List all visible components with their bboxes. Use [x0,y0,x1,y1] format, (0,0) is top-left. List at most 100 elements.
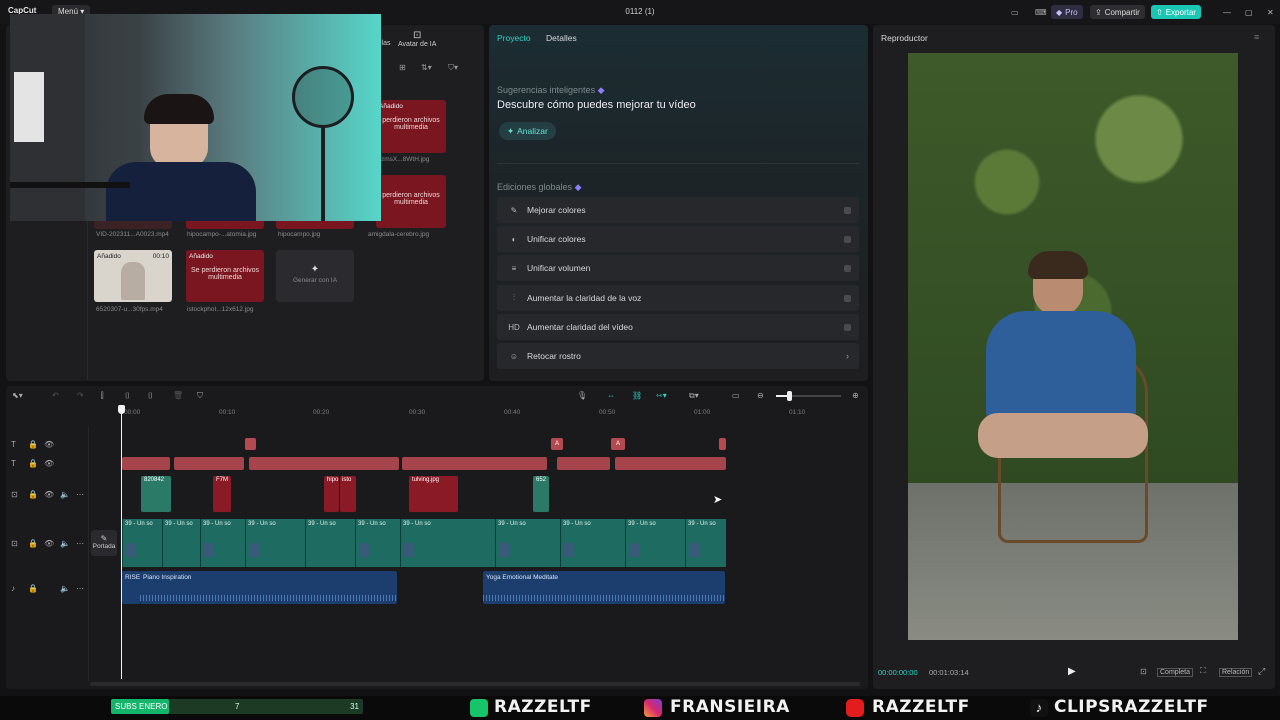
cover-button[interactable]: ✎ Portada [91,530,117,556]
media-item-video[interactable]: Añadido 00:10 [94,250,172,302]
magnet-icon[interactable]: ⇔ [607,391,615,400]
lock-icon[interactable]: 🔒 [28,490,38,499]
playhead-handle[interactable] [118,405,125,414]
generate-ai-button[interactable]: ✦ Generar con IA [276,250,354,302]
video-clip[interactable]: 39 - Un so [560,519,625,567]
close-icon[interactable]: ✕ [1262,5,1279,19]
toggle-checkbox[interactable] [844,235,851,243]
media-item[interactable]: Añadido perdieron archivos multimedia [376,100,446,153]
quality-selector[interactable]: Completa [1157,668,1193,677]
menu-icon[interactable]: ≡ [1254,32,1259,42]
sticker-clip[interactable]: tulving.jpg [409,476,458,512]
retouch-face-row[interactable]: ☺ Retocar rostro › [497,343,859,369]
zoom-slider-handle[interactable] [787,391,792,401]
shortcuts-icon[interactable]: ⌨ [1030,5,1052,19]
delete-icon[interactable]: 🗑 [173,391,183,400]
video-preview[interactable] [908,53,1238,640]
video-clip[interactable]: 39 - Un so [400,519,495,567]
speaker-icon[interactable]: 🔈 [60,490,70,499]
video-clarity-row[interactable]: HD Aumentar claridad del vídeo [497,314,859,340]
text-clip[interactable]: A [611,438,625,450]
ai-avatar-tab[interactable]: ⊡ Avatar de IA [398,30,436,48]
share-button[interactable]: ⇪ Compartir [1090,5,1145,19]
toggle-checkbox[interactable] [844,264,851,272]
expand-icon[interactable]: ⤢ [1258,666,1265,677]
video-clip[interactable]: 39 - Un so [495,519,560,567]
video-clip[interactable]: 39 - Un so [162,519,200,567]
zoom-in-icon[interactable]: ⊕ [852,391,859,400]
undo-icon[interactable]: ↶ [52,391,59,400]
more-icon[interactable]: ⋯ [76,539,84,548]
more-icon[interactable]: ⋯ [76,490,84,499]
video-clip[interactable]: 39 - Un so [305,519,355,567]
text-clip[interactable]: A [551,438,563,450]
maximize-icon[interactable]: ▢ [1240,5,1258,19]
crop-icon[interactable]: ⛶ [1200,666,1206,676]
voice-clarity-row[interactable]: ⫶ Aumentar la claridad de la voz [497,285,859,311]
video-clip[interactable]: 39 - Un so [122,519,162,567]
sticker-clip[interactable]: hipo [324,476,339,512]
media-item[interactable]: Añadido Se perdieron archivos multimedia [186,250,264,302]
caption-clip[interactable] [557,457,610,470]
audio-clip[interactable]: Yoga Emotional Meditate [483,571,725,604]
play-button[interactable]: ▶ [1068,666,1076,677]
caption-icon[interactable]: ⧉▾ [689,391,699,401]
split-icon[interactable]: ⫿ [101,391,104,401]
speaker-icon[interactable]: 🔈 [60,539,70,548]
video-clip[interactable]: 39 - Un so [355,519,400,567]
lock-icon[interactable]: 🔒 [28,459,38,468]
caption-clip[interactable] [122,457,170,470]
preview-axis-icon[interactable]: ⇿▾ [656,391,667,400]
caption-clip[interactable] [249,457,399,470]
sticker-clip[interactable]: 652 [533,476,549,512]
sticker-clip[interactable]: 820842 [141,476,171,512]
video-clip[interactable]: 39 - Un so [625,519,685,567]
caption-clip[interactable] [174,457,244,470]
lock-icon[interactable]: 🔒 [28,440,38,449]
sticker-clip[interactable]: isto [340,476,356,512]
video-clip[interactable]: 39 - Un so [200,519,245,567]
pro-badge[interactable]: ◆ Pro [1051,5,1083,19]
speaker-icon[interactable]: 🔈 [60,584,70,593]
unify-colors-row[interactable]: ◐ Unificar colores [497,226,859,252]
audio-clip[interactable]: RISE [122,571,140,604]
text-clip[interactable] [719,438,726,450]
trim-right-icon[interactable]: ⌷ [148,391,153,401]
tab-project[interactable]: Proyecto [497,33,531,43]
lock-icon[interactable]: 🔒 [28,584,38,593]
shield-icon[interactable]: ⛉ [197,391,203,401]
zoom-out-icon[interactable]: ⊖ [757,391,764,400]
playhead[interactable] [121,407,122,679]
enhance-colors-row[interactable]: ✎ Mejorar colores [497,197,859,223]
grid-view-icon[interactable]: ⊞ [399,63,406,72]
fit-icon[interactable]: ▭ [732,391,740,400]
media-item[interactable]: perdieron archivos multimedia [376,175,446,228]
caption-clip[interactable] [402,457,547,470]
lock-icon[interactable]: 🔒 [28,539,38,548]
export-button[interactable]: ⇧ Exportar [1151,5,1201,19]
microphone-icon[interactable]: 🎙 [577,391,587,400]
sticker-clip[interactable]: F7M [213,476,231,512]
audio-clip[interactable]: Piano Inspiration [140,571,397,604]
sort-icon[interactable]: ⇅▾ [421,63,432,72]
analyze-button[interactable]: ✦ Analizar [499,122,556,140]
timeline-scrollbar[interactable] [90,682,860,686]
text-clip[interactable] [245,438,256,450]
video-clip[interactable]: 39 - Un so [685,519,726,567]
eye-icon[interactable]: 👁 [44,440,54,449]
eye-icon[interactable]: 👁 [44,490,54,499]
trim-left-icon[interactable]: ⌷ [125,391,130,401]
ratio-selector[interactable]: Relación [1219,668,1253,677]
eye-icon[interactable]: 👁 [44,539,54,548]
select-tool-icon[interactable]: ⬉▾ [12,391,23,400]
filter-icon[interactable]: ⛉▾ [448,63,458,73]
link-icon[interactable]: ⛓ [632,391,642,400]
toggle-checkbox[interactable] [844,294,851,302]
toggle-checkbox[interactable] [844,206,851,214]
minimize-icon[interactable]: — [1218,5,1236,19]
toggle-checkbox[interactable] [844,323,851,331]
unify-volume-row[interactable]: ≡ Unificar volumen [497,255,859,281]
video-clip[interactable]: 39 - Un so [245,519,305,567]
more-icon[interactable]: ⋯ [76,584,84,593]
eye-icon[interactable]: 👁 [44,459,54,468]
